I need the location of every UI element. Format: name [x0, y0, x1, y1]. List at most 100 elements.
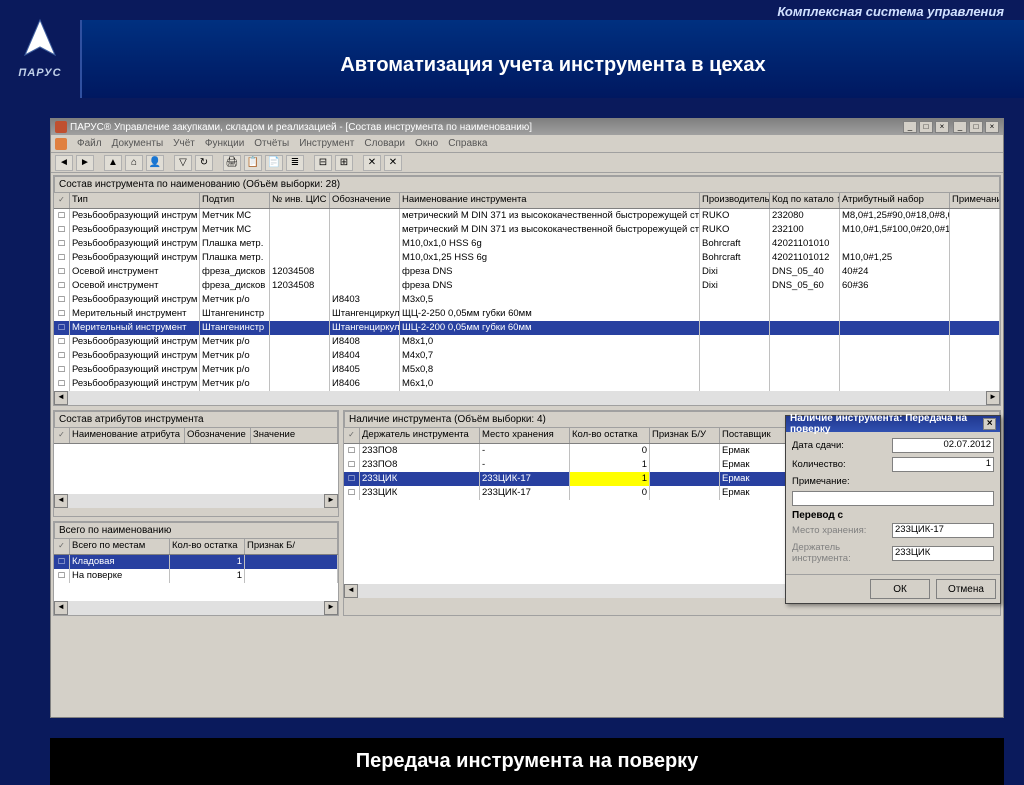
avail-col-holder[interactable]: Держатель инструмента	[360, 428, 480, 443]
table-row[interactable]: Мерительный инструментШтангенинстрШтанге…	[54, 307, 1000, 321]
attrib-col-obozn[interactable]: Обозначение	[185, 428, 251, 443]
attrib-grid-body[interactable]	[54, 444, 338, 494]
app-icon	[55, 121, 67, 133]
main-grid-panel: Состав инструмента по наименованию (Объё…	[53, 175, 1001, 406]
table-row[interactable]: Мерительный инструментШтангенинстрШтанге…	[54, 321, 1000, 335]
totals-hscroll[interactable]: ◄►	[54, 601, 338, 615]
loc-input[interactable]: 233ЦИК-17	[892, 523, 994, 538]
tool-vert-icon[interactable]: ⊟	[314, 155, 332, 171]
col-code[interactable]: Код по катало ↑	[770, 193, 840, 208]
table-row[interactable]: Осевой инструментфреза_дисков12034508фре…	[54, 279, 1000, 293]
tool-forward-icon[interactable]: ►	[76, 155, 94, 171]
ok-button[interactable]: ОК	[870, 579, 930, 599]
main-grid[interactable]: Тип Подтип № инв. ЦИС Обозначение Наимен…	[54, 193, 1000, 391]
dialog-close-button[interactable]: ×	[983, 418, 996, 430]
totals-panel-title: Всего по наименованию	[54, 522, 338, 539]
attrib-col-val[interactable]: Значение	[251, 428, 338, 443]
col-note[interactable]: Примечание	[950, 193, 1000, 208]
col-check[interactable]	[54, 193, 70, 208]
menu-dicts[interactable]: Словари	[364, 138, 405, 149]
totals-col-qty[interactable]: Кол-во остатка	[170, 539, 245, 554]
attrib-hscroll[interactable]: ◄►	[54, 494, 338, 508]
menu-help[interactable]: Справка	[448, 138, 487, 149]
tool-up-icon[interactable]: ▲	[104, 155, 122, 171]
table-row[interactable]: Резьбообразующий инструмМетчик р/оИ8403М…	[54, 293, 1000, 307]
totals-grid-header: Всего по местам Кол-во остатка Признак Б…	[54, 539, 338, 555]
mdi-window-controls: _ □ ×	[903, 121, 949, 133]
totals-grid-body[interactable]: Кладовая1На поверке1	[54, 555, 338, 601]
qty-label: Количество:	[792, 459, 892, 470]
avail-col-qty[interactable]: Кол-во остатка	[570, 428, 650, 443]
table-row[interactable]: Резьбообразующий инструмМетчик МСметриче…	[54, 223, 1000, 237]
parent-window-controls: _ □ ×	[953, 121, 999, 133]
slide-title: Автоматизация учета инструмента в цехах	[82, 20, 1024, 77]
menu-window[interactable]: Окно	[415, 138, 438, 149]
avail-col-loc[interactable]: Место хранения	[480, 428, 570, 443]
tool-home-icon[interactable]: ⌂	[125, 155, 143, 171]
menu-functions[interactable]: Функции	[205, 138, 244, 149]
minimize-button[interactable]: _	[953, 121, 967, 133]
attrib-grid-header: Наименование атрибута Обозначение Значен…	[54, 428, 338, 444]
totals-col-check[interactable]	[54, 539, 70, 554]
tool-doc-icon[interactable]: 📄	[265, 155, 283, 171]
main-grid-hscroll[interactable]: ◄►	[54, 391, 1000, 405]
table-row[interactable]: Кладовая1	[54, 555, 338, 569]
table-row[interactable]: Осевой инструментфреза_дисков12034508фре…	[54, 265, 1000, 279]
menu-file[interactable]: Файл	[77, 138, 102, 149]
avail-col-check[interactable]	[344, 428, 360, 443]
table-row[interactable]: Резьбообразующий инструмМетчик р/оИ8406М…	[54, 377, 1000, 391]
tool-print-icon[interactable]: 🖨	[223, 155, 241, 171]
tool-user-icon[interactable]: 👤	[146, 155, 164, 171]
tool-x1-icon[interactable]: ✕	[363, 155, 381, 171]
table-row[interactable]: Резьбообразующий инструмПлашка метр.М10,…	[54, 251, 1000, 265]
menubar: Файл Документы Учёт Функции Отчёты Инстр…	[51, 135, 1003, 153]
holder-input[interactable]: 233ЦИК	[892, 546, 994, 561]
attrib-col-name[interactable]: Наименование атрибута	[70, 428, 185, 443]
col-name[interactable]: Наименование инструмента	[400, 193, 700, 208]
tool-back-icon[interactable]: ◄	[55, 155, 73, 171]
date-label: Дата сдачи:	[792, 440, 892, 451]
mdi-close-button[interactable]: ×	[935, 121, 949, 133]
table-row[interactable]: Резьбообразующий инструмМетчик р/оИ8404М…	[54, 349, 1000, 363]
cancel-button[interactable]: Отмена	[936, 579, 996, 599]
table-row[interactable]: На поверке1	[54, 569, 338, 583]
app-window-title: ПАРУС® Управление закупками, складом и р…	[70, 122, 532, 133]
main-panel-title: Состав инструмента по наименованию (Объё…	[54, 176, 1000, 193]
date-input[interactable]: 02.07.2012	[892, 438, 994, 453]
note-input[interactable]	[792, 491, 994, 506]
menu-reports[interactable]: Отчёты	[254, 138, 289, 149]
avail-col-flag[interactable]: Признак Б/У	[650, 428, 720, 443]
table-row[interactable]: Резьбообразующий инструмМетчик р/оИ8405М…	[54, 363, 1000, 377]
col-maker[interactable]: Производитель	[700, 193, 770, 208]
attrib-col-check[interactable]	[54, 428, 70, 443]
tool-horiz-icon[interactable]: ⊞	[335, 155, 353, 171]
tool-filter-icon[interactable]: ▽	[174, 155, 192, 171]
table-row[interactable]: Резьбообразующий инструмМетчик р/оИ8408М…	[54, 335, 1000, 349]
menu-tool[interactable]: Инструмент	[299, 138, 354, 149]
totals-panel: Всего по наименованию Всего по местам Ко…	[53, 521, 339, 616]
mdi-maximize-button[interactable]: □	[919, 121, 933, 133]
menu-documents[interactable]: Документы	[112, 138, 164, 149]
qty-input[interactable]: 1	[892, 457, 994, 472]
table-row[interactable]: Резьбообразующий инструмМетчик МСметриче…	[54, 209, 1000, 223]
col-subtype[interactable]: Подтип	[200, 193, 270, 208]
totals-col-flag[interactable]: Признак Б/	[245, 539, 338, 554]
table-row[interactable]: Резьбообразующий инструмПлашка метр.М10,…	[54, 237, 1000, 251]
close-button[interactable]: ×	[985, 121, 999, 133]
brand-text: ПАРУС	[5, 67, 75, 79]
brand-logo: ПАРУС	[5, 15, 75, 95]
tool-refresh-icon[interactable]: ↻	[195, 155, 213, 171]
totals-col-place[interactable]: Всего по местам	[70, 539, 170, 554]
menu-account[interactable]: Учёт	[173, 138, 195, 149]
tool-list-icon[interactable]: ≣	[286, 155, 304, 171]
mdi-minimize-button[interactable]: _	[903, 121, 917, 133]
main-grid-body[interactable]: Резьбообразующий инструмМетчик МСметриче…	[54, 209, 1000, 391]
toolbar: ◄ ► ▲ ⌂ 👤 ▽ ↻ 🖨 📋 📄 ≣ ⊟ ⊞ ✕ ✕	[51, 153, 1003, 173]
col-type[interactable]: Тип	[70, 193, 200, 208]
maximize-button[interactable]: □	[969, 121, 983, 133]
tool-x2-icon[interactable]: ✕	[384, 155, 402, 171]
tool-copy-icon[interactable]: 📋	[244, 155, 262, 171]
col-inv[interactable]: № инв. ЦИС	[270, 193, 330, 208]
col-obozn[interactable]: Обозначение	[330, 193, 400, 208]
col-attr[interactable]: Атрибутный набор	[840, 193, 950, 208]
